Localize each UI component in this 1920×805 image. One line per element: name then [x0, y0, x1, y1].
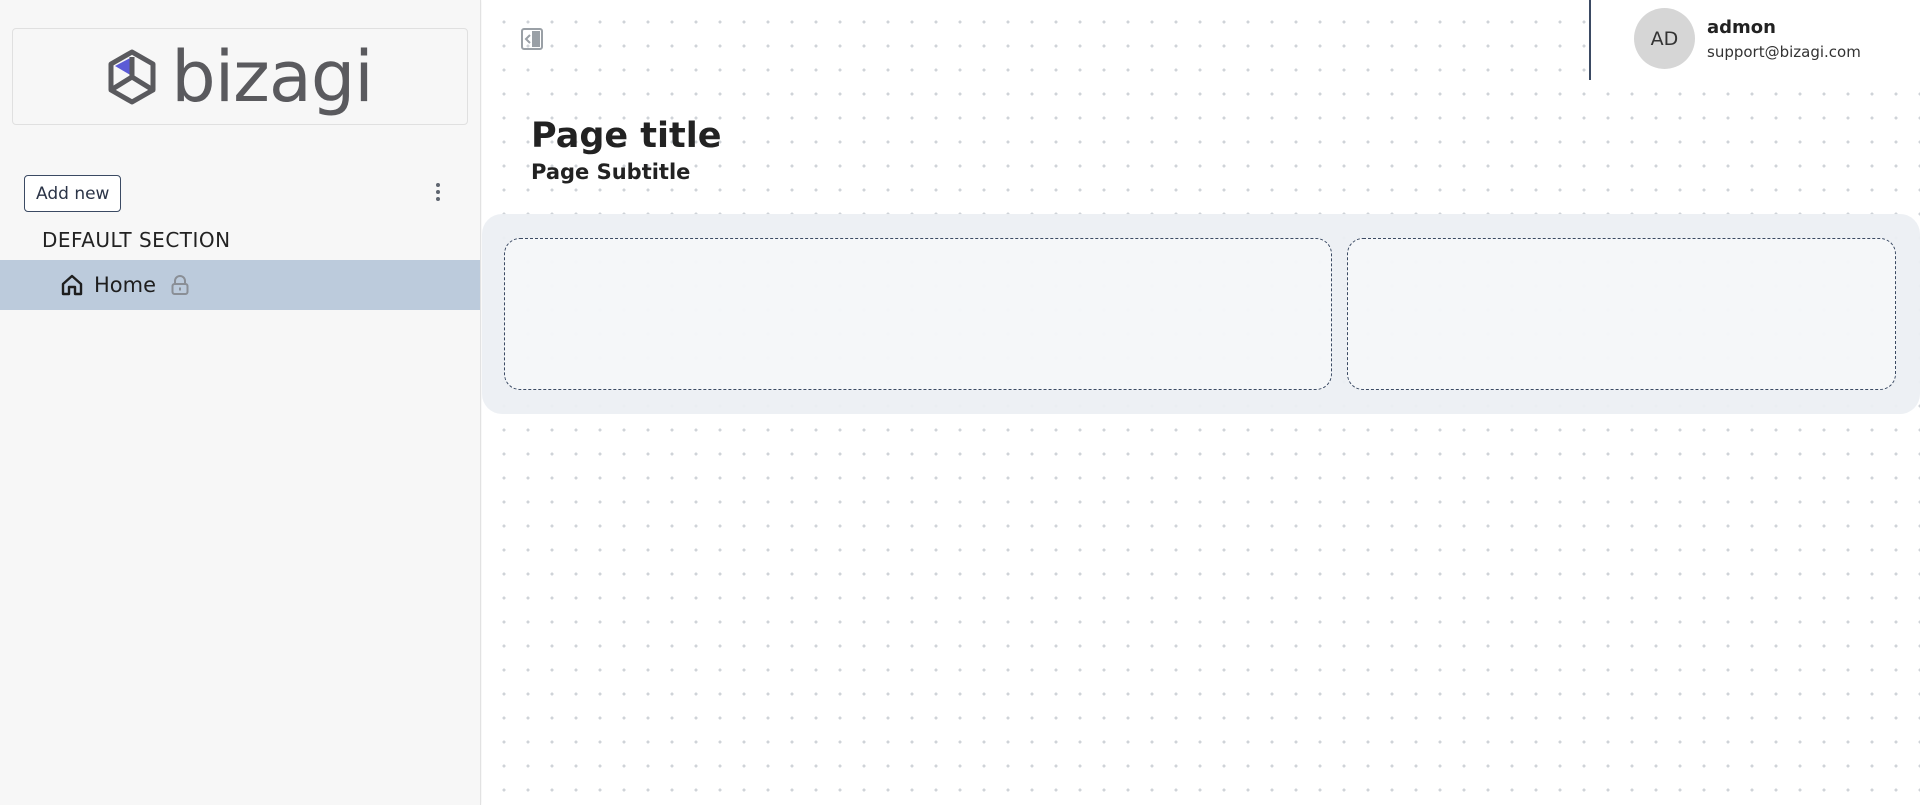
layout-row[interactable]: [482, 214, 1920, 414]
avatar[interactable]: AD: [1634, 8, 1695, 69]
sidebar-item-label: Home: [94, 273, 157, 297]
logo-text: bizagi: [171, 35, 373, 118]
user-name: admon: [1707, 17, 1776, 38]
bizagi-logo: bizagi: [107, 35, 374, 118]
lock-icon: [170, 274, 190, 296]
layout-column-left[interactable]: [504, 238, 1332, 390]
page-subtitle[interactable]: Page Subtitle: [531, 160, 690, 184]
user-email: support@bizagi.com: [1707, 43, 1861, 61]
home-icon: [60, 273, 84, 297]
section-title: DEFAULT SECTION: [42, 228, 231, 252]
sidebar-item-home[interactable]: Home: [0, 260, 480, 310]
user-profile[interactable]: AD admon support@bizagi.com: [1589, 0, 1920, 80]
add-new-button[interactable]: Add new: [24, 175, 122, 212]
collapse-sidebar-icon[interactable]: [520, 27, 544, 51]
bizagi-logo-icon: [108, 49, 156, 104]
sidebar: bizagi Add new DEFAULT SECTION Home: [0, 0, 481, 805]
page-title[interactable]: Page title: [531, 116, 722, 156]
main-canvas: AD admon support@bizagi.com Page title P…: [482, 0, 1920, 805]
logo-container: bizagi: [12, 28, 468, 125]
layout-column-right[interactable]: [1347, 238, 1896, 390]
more-vertical-icon[interactable]: [428, 177, 448, 207]
